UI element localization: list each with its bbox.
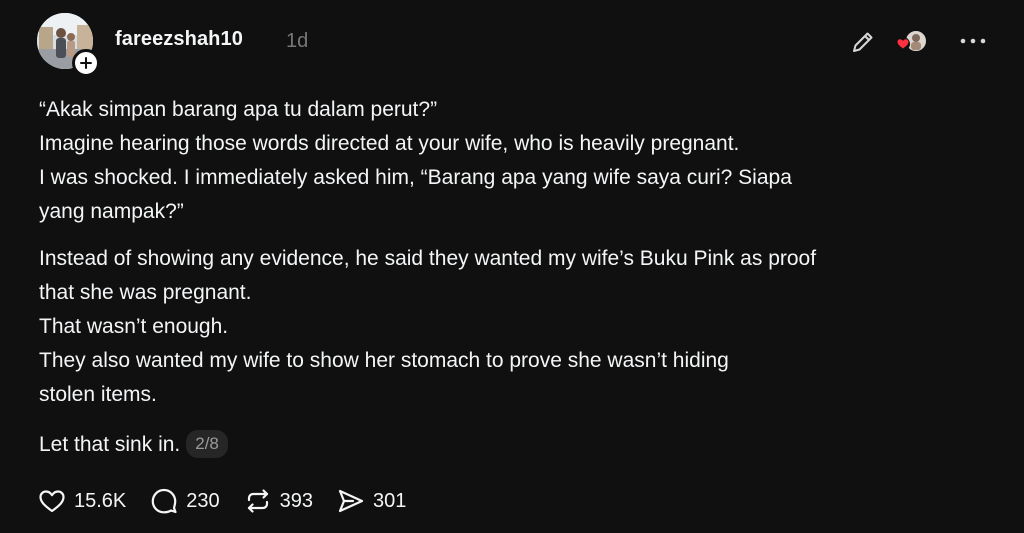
text-line: yang nampak?” <box>39 200 184 223</box>
send-icon <box>338 489 364 513</box>
text-line: That wasn’t enough. <box>39 315 229 338</box>
text-line: I was shocked. I immediately asked him, … <box>39 166 792 189</box>
heart-badge-icon <box>896 37 910 51</box>
author-username[interactable]: fareezshah10 <box>115 28 243 51</box>
heart-icon <box>39 490 65 513</box>
text-line-content: Let that sink in. <box>39 433 181 456</box>
text-line: They also wanted my wife to show her sto… <box>39 349 729 372</box>
share-count: 301 <box>373 489 407 512</box>
action-bar: 15.6K 230 393 301 <box>37 484 429 518</box>
text-line: that she was pregnant. <box>39 281 252 304</box>
post-timestamp: 1d <box>286 30 309 52</box>
thread-post: fareezshah10 1d “Akak simpan barang apa … <box>0 0 1024 533</box>
post-paragraph-1: “Akak simpan barang apa tu dalam perut?”… <box>39 93 979 229</box>
more-horizontal-icon[interactable] <box>957 30 989 52</box>
repost-count: 393 <box>279 489 314 512</box>
follow-button[interactable] <box>72 49 100 77</box>
post-paragraph-2: Instead of showing any evidence, he said… <box>39 242 979 412</box>
like-button[interactable]: 15.6K <box>37 486 126 516</box>
plus-icon <box>80 57 92 69</box>
like-count: 15.6K <box>74 489 127 512</box>
pencil-icon[interactable] <box>849 28 877 56</box>
share-button[interactable]: 301 <box>336 486 406 516</box>
reply-count: 230 <box>186 489 220 512</box>
text-line: “Akak simpan barang apa tu dalam perut?” <box>39 98 438 121</box>
liker-avatars[interactable] <box>892 29 932 55</box>
repost-button[interactable]: 393 <box>243 486 313 516</box>
text-line: Let that sink in. 2/8 <box>39 428 979 462</box>
reply-button[interactable]: 230 <box>149 486 220 516</box>
repost-icon <box>247 489 268 513</box>
author-avatar[interactable] <box>37 13 100 77</box>
comment-bubble-icon <box>151 488 177 514</box>
text-line: Imagine hearing those words directed at … <box>39 132 740 155</box>
text-line: Instead of showing any evidence, he said… <box>39 247 817 270</box>
text-line: stolen items. <box>39 383 157 406</box>
thread-position-badge: 2/8 <box>186 430 228 458</box>
post-paragraph-3: Let that sink in. 2/8 <box>39 428 979 462</box>
